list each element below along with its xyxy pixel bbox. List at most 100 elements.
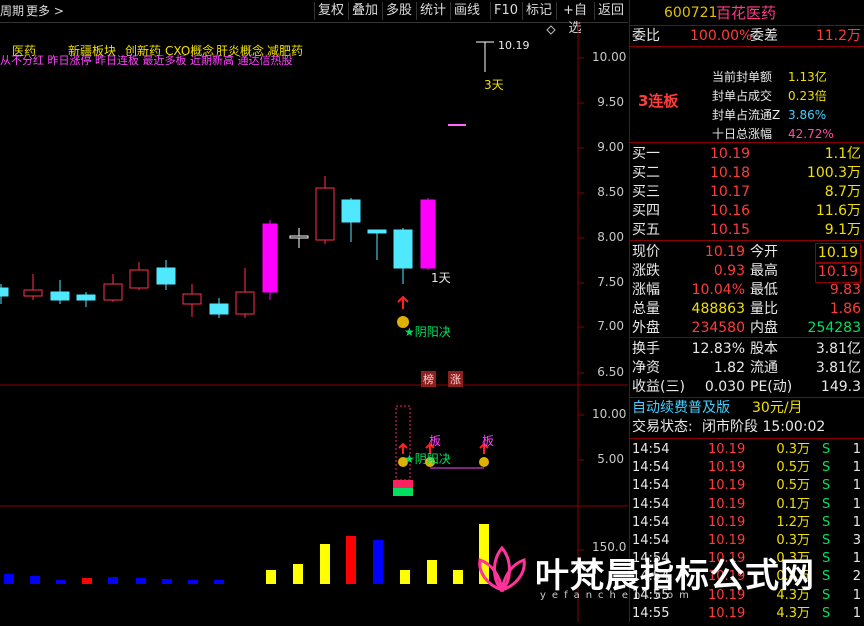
fund-label: 净资 <box>632 360 660 376</box>
volume-bar[interactable] <box>56 580 66 584</box>
toolbar-button[interactable]: 标记 <box>522 2 555 20</box>
quote-value: 10.04% <box>691 282 745 298</box>
promo-price[interactable]: 30元/月 <box>752 399 803 418</box>
volume-bar[interactable] <box>320 544 330 584</box>
seal-row: 当前封单额 1.13亿 <box>630 68 864 87</box>
bid-row[interactable]: 买四 10.16 11.6万 <box>630 202 864 221</box>
candle-body[interactable] <box>420 199 436 269</box>
fund-value: 0.030 <box>704 379 745 395</box>
tick-price: 10.19 <box>708 496 746 512</box>
volume-bar[interactable] <box>82 578 92 584</box>
candle-body[interactable] <box>289 235 309 239</box>
seal-value: 3.86% <box>788 108 827 122</box>
sub-green-block <box>393 488 413 496</box>
tick-side: S <box>822 442 831 457</box>
days-label-top: 3天 <box>484 78 504 92</box>
volume-bar[interactable] <box>136 578 146 584</box>
bid-row[interactable]: 买三 10.17 8.7万 <box>630 183 864 202</box>
fund-label: 流通 <box>750 360 778 376</box>
volume-bar[interactable] <box>427 560 437 584</box>
tick-volume: 1.2万 <box>776 514 810 530</box>
volume-bar[interactable] <box>400 570 410 584</box>
fund-value: 12.83% <box>691 341 745 357</box>
toolbar-button[interactable]: 复权 <box>314 2 347 20</box>
tick-count: 1 <box>852 478 861 494</box>
tick-row: 14:55 10.19 4.3万 S 1 <box>630 604 864 623</box>
more-button[interactable]: 更多 > <box>26 2 64 20</box>
kline-svg <box>0 22 628 622</box>
tick-count: 1 <box>852 551 861 567</box>
quote-value: 9.83 <box>829 282 861 298</box>
candle-body[interactable] <box>209 303 229 315</box>
price-axis-label: 7.50 <box>597 275 624 289</box>
bid-label: 买二 <box>632 165 660 181</box>
tick-count: 1 <box>852 514 861 530</box>
volume-bar[interactable] <box>4 574 14 584</box>
candle-body[interactable] <box>182 293 202 305</box>
promo-text[interactable]: 自动续费普及版 <box>632 399 730 418</box>
ban-label: 板 <box>429 434 442 448</box>
candle-body[interactable] <box>103 283 123 301</box>
candle-body[interactable] <box>129 269 149 289</box>
toolbar-button[interactable]: 画线 <box>450 2 483 20</box>
yinyang-label: ★阴阳决 <box>404 325 451 339</box>
toolbar-button[interactable]: 叠加 <box>348 2 381 20</box>
candle-body[interactable] <box>341 199 361 223</box>
bid-volume: 11.6万 <box>815 203 861 219</box>
candle-body[interactable] <box>393 229 413 269</box>
weicha-label: 委差 <box>750 28 778 44</box>
bid-row[interactable]: 买一 10.19 1.1亿 <box>630 145 864 164</box>
bid-row[interactable]: 买二 10.18 100.3万 <box>630 164 864 183</box>
candle-body[interactable] <box>235 291 255 315</box>
toolbar-button[interactable]: 统计 <box>416 2 449 20</box>
bid-label: 买一 <box>632 146 660 162</box>
volume-bar[interactable] <box>162 579 172 584</box>
volume-bar[interactable] <box>453 570 463 584</box>
kline-chart[interactable]: 医药 新疆板块 创新药 CXO概念 肝炎概念 减肥药 从不分红 昨日涨停 昨日连… <box>0 22 628 622</box>
volume-bar[interactable] <box>373 540 383 584</box>
candle-body[interactable] <box>367 229 387 234</box>
tick-volume: 0.5万 <box>776 460 810 476</box>
tick-volume: 0.3万 <box>776 442 810 457</box>
volume-bar[interactable] <box>293 564 303 584</box>
volume-bar[interactable] <box>214 580 224 584</box>
quote-value: 234580 <box>691 320 745 336</box>
quote-row: 涨跌 0.93 最高 10.19 <box>630 262 864 283</box>
volume-bar[interactable] <box>108 577 118 584</box>
tick-side: S <box>822 514 831 530</box>
candle-body[interactable] <box>315 187 335 241</box>
bid-volume: 100.3万 <box>806 165 861 181</box>
candle-body[interactable] <box>0 287 9 297</box>
candle-body[interactable] <box>23 289 43 297</box>
limit-up-badge[interactable]: 涨 <box>448 371 463 387</box>
bid-label: 买五 <box>632 222 660 238</box>
volume-bar[interactable] <box>30 576 40 584</box>
volume-bar[interactable] <box>266 570 276 584</box>
bid-row[interactable]: 买五 10.15 9.1万 <box>630 221 864 240</box>
tick-price: 10.19 <box>708 442 746 457</box>
bid-price: 10.15 <box>710 222 751 238</box>
diamond-icon[interactable] <box>546 25 556 35</box>
tick-count: 1 <box>852 587 861 603</box>
volume-bar[interactable] <box>188 580 198 584</box>
weibi-value: 100.00% <box>690 28 753 44</box>
tick-side: S <box>822 587 831 603</box>
period-label[interactable]: 周期 <box>0 2 24 20</box>
toolbar-button[interactable]: F10 <box>490 2 521 20</box>
toolbar-button[interactable]: 返回 <box>594 2 627 20</box>
tick-price: 10.19 <box>708 605 746 621</box>
volume-bar[interactable] <box>346 536 356 584</box>
quote-label: 最高 <box>750 263 778 279</box>
quote-label: 总量 <box>632 301 660 317</box>
price-axis-label: 9.50 <box>597 95 624 109</box>
rank-badge[interactable]: 榜 <box>421 371 436 387</box>
candle-body[interactable] <box>156 267 176 285</box>
toolbar-button[interactable]: +自选 <box>556 2 593 36</box>
price-axis-label: 9.00 <box>597 140 624 154</box>
candle-body[interactable] <box>50 291 70 301</box>
quote-row: 涨幅 10.04% 最低 9.83 <box>630 281 864 300</box>
toolbar-button[interactable]: 多股 <box>382 2 415 20</box>
candle-body[interactable] <box>76 294 96 301</box>
fund-label: 股本 <box>750 341 778 357</box>
candle-body[interactable] <box>262 223 278 293</box>
